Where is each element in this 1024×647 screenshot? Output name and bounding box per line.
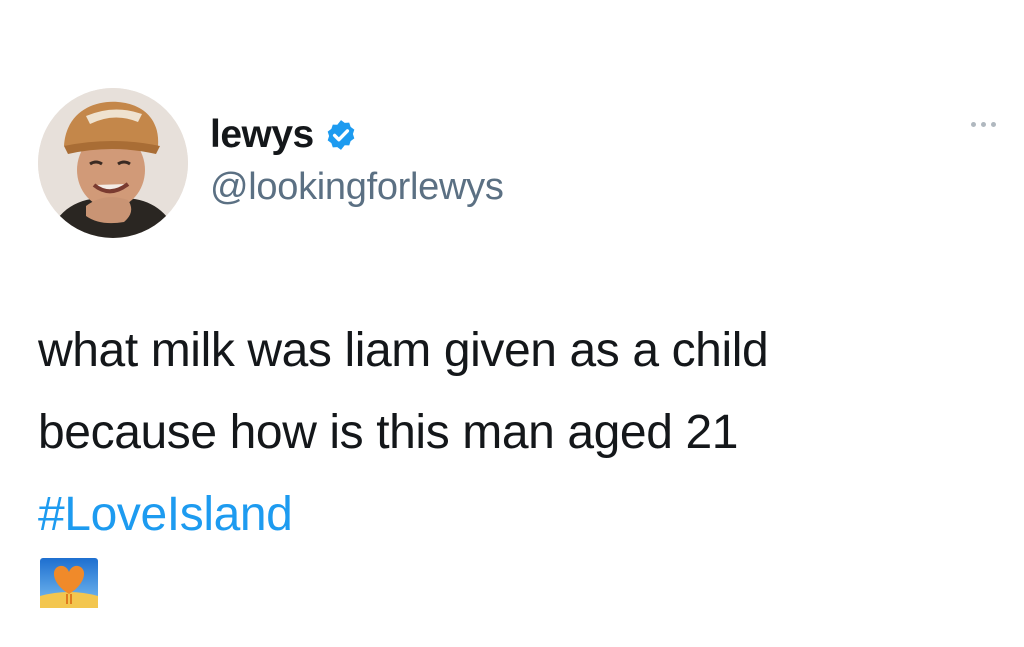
avatar-image <box>38 88 188 238</box>
more-dot <box>971 122 976 127</box>
tweet-text-line: because how is this man aged 21 <box>38 406 739 459</box>
author-handle[interactable]: @lookingforlewys <box>210 166 504 209</box>
tweet-text-line: what milk was liam given as a child <box>38 324 769 377</box>
hashtag-link[interactable]: #LoveIsland <box>38 488 293 541</box>
tweet-card: lewys @lookingforlewys what milk was lia… <box>0 0 1024 647</box>
more-dot <box>991 122 996 127</box>
author-name-row: lewys <box>210 113 358 157</box>
tweet-text: what milk was liam given as a child beca… <box>38 310 998 610</box>
verified-badge-icon <box>327 120 355 150</box>
love-island-heart-icon <box>40 558 98 608</box>
author-display-name[interactable]: lewys <box>210 113 314 157</box>
hashtag-row: #LoveIsland <box>38 474 998 610</box>
avatar[interactable] <box>38 88 188 238</box>
more-dots-icon[interactable] <box>971 122 996 127</box>
more-dot <box>981 122 986 127</box>
